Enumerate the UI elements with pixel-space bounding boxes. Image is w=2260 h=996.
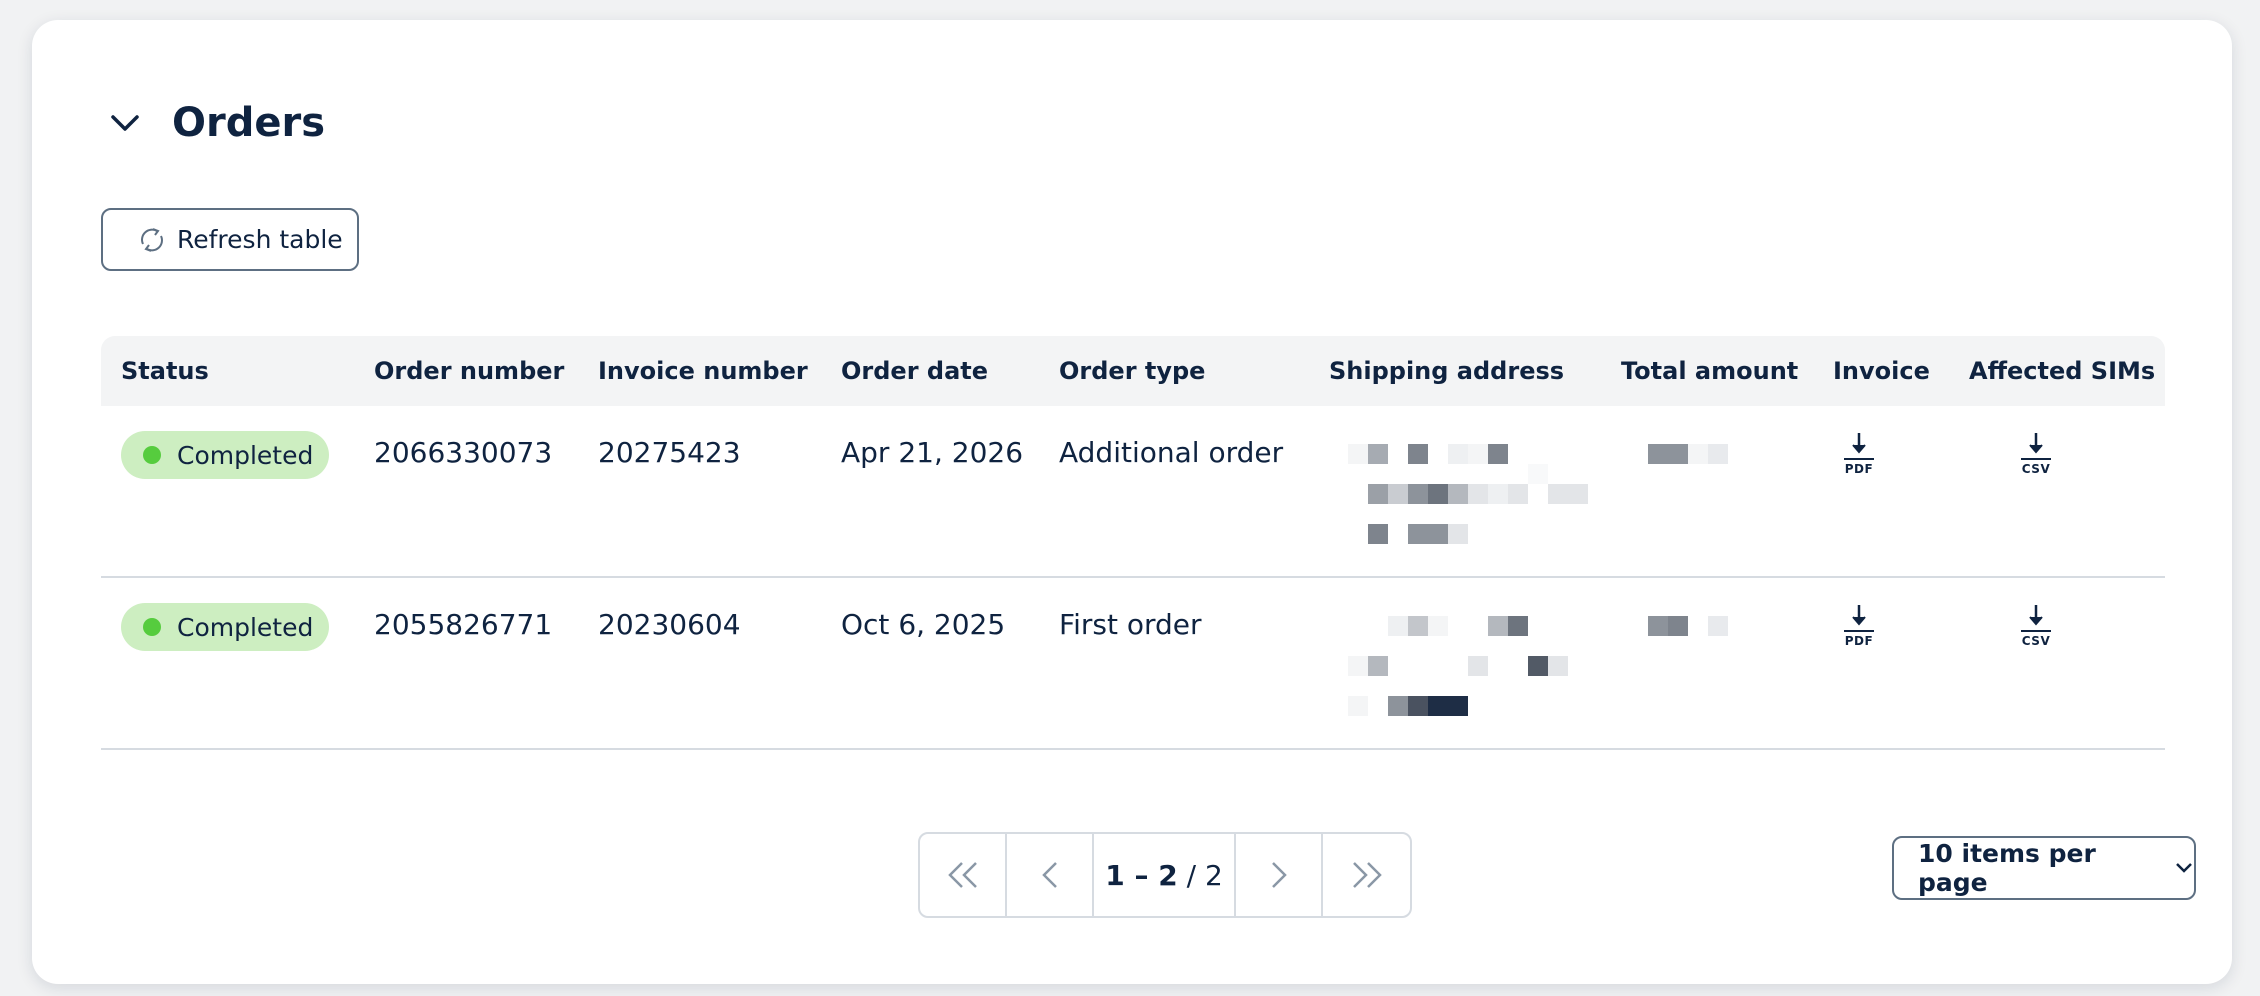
invoice-pdf-download[interactable]: PDF [1839,603,1879,648]
status-dot [143,446,161,464]
page-range: 1 – 2 [1105,858,1178,892]
double-chevron-right-icon [1352,862,1382,888]
double-chevron-left-icon [947,862,977,888]
order-type: First order [1059,608,1202,641]
chevron-left-icon [1041,862,1057,888]
column-header-order-date: Order date [841,357,989,385]
file-type-label: PDF [1844,462,1874,476]
orders-table: Status Order number Invoice number Order… [101,336,2165,750]
order-date: Oct 6, 2025 [841,608,1006,641]
status-text: Completed [177,612,314,642]
section-header[interactable]: Orders [108,100,325,146]
status-badge: Completed [121,431,330,479]
refresh-label: Refresh table [177,225,343,254]
orders-card: Orders Refresh table Status Order number… [32,20,2232,984]
column-header-affected-sims: Affected SIMs [1969,357,2156,385]
invoice-pdf-download[interactable]: PDF [1839,431,1879,476]
table-row: Completed 2055826771 20230604 Oct 6, 202… [101,578,2165,750]
first-page-button[interactable] [920,834,1007,916]
affected-sims-csv-download[interactable]: CSV [2016,603,2056,648]
column-header-shipping-address: Shipping address [1329,357,1565,385]
order-type: Additional order [1059,436,1284,469]
column-header-invoice: Invoice [1833,357,1930,385]
items-per-page-select[interactable]: 10 items per page [1892,836,2196,900]
download-icon [2021,433,2051,460]
chevron-down-icon[interactable] [108,106,142,140]
status-badge: Completed [121,603,330,651]
order-number: 2055826771 [374,608,553,641]
pagination: 1 – 2 / 2 [918,832,1412,918]
download-icon [1844,605,1874,632]
chevron-right-icon [1271,862,1287,888]
file-type-label: CSV [2021,634,2051,648]
section-title: Orders [172,100,326,146]
column-header-order-type: Order type [1059,357,1206,385]
previous-page-button[interactable] [1007,834,1094,916]
invoice-number: 20230604 [598,608,741,641]
status-dot [143,618,161,636]
file-type-label: CSV [2021,462,2051,476]
affected-sims-csv-download[interactable]: CSV [2016,431,2056,476]
invoice-number: 20275423 [598,436,741,469]
next-page-button[interactable] [1236,834,1323,916]
page-indicator: 1 – 2 / 2 [1094,834,1236,916]
page-total: / 2 [1186,858,1223,892]
column-header-status: Status [121,357,209,385]
column-header-invoice-number: Invoice number [598,357,808,385]
table-row: Completed 2066330073 20275423 Apr 21, 20… [101,406,2165,578]
column-header-order-number: Order number [374,357,565,385]
order-number: 2066330073 [374,436,553,469]
table-header: Status Order number Invoice number Order… [101,336,2165,406]
status-text: Completed [177,440,314,470]
refresh-icon [137,225,167,255]
refresh-table-button[interactable]: Refresh table [101,208,359,271]
download-icon [1844,433,1874,460]
download-icon [2021,605,2051,632]
last-page-button[interactable] [1323,834,1410,916]
chevron-down-icon [2174,861,2194,875]
items-per-page-value: 10 items per page [1918,839,2096,897]
file-type-label: PDF [1844,634,1874,648]
order-date: Apr 21, 2026 [841,436,1024,469]
column-header-total-amount: Total amount [1621,357,1799,385]
